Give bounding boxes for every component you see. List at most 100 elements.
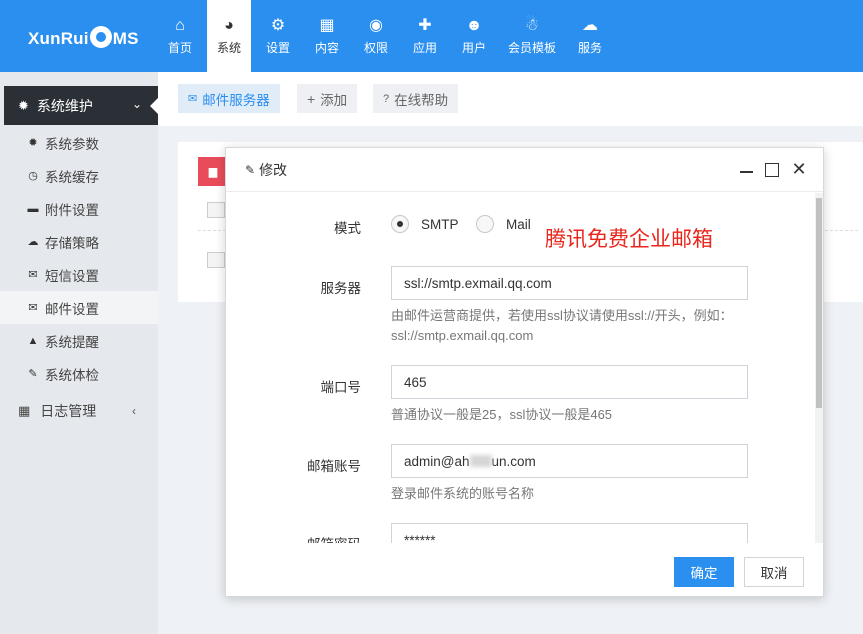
annotation-text: 腾讯免费企业邮箱 [545, 227, 713, 251]
grid-icon: ▦ [319, 17, 335, 34]
sidebar-group-system-maintenance[interactable]: ✹ 系统维护 ⌄ [4, 86, 159, 125]
envelope-icon: ✉ [188, 93, 198, 105]
toolbar: ✉ 邮件服务器 + 添加 ? 在线帮助 [158, 72, 863, 126]
logo-drop-icon [89, 26, 112, 48]
logo[interactable]: XunRui MS [28, 26, 139, 49]
server-input[interactable]: ssl://smtp.exmail.qq.com [391, 266, 748, 300]
scrollbar-thumb[interactable] [816, 198, 822, 408]
main-nav: ⌂ 首页 ◕ 系统 ⚙ 设置 ▦ 内容 ◉ 权限 ✚ 应用 ☻ 用户 ☃ 会员模板 ☁ 服务 [158, 0, 617, 72]
chevron-left-icon: ‹ [132, 403, 136, 418]
nav-item-label: 用户 [461, 41, 486, 55]
edit-modal: ✎ 修改 ✕ 模式 SMTP Mail 腾讯免费企业邮箱 服务器 ssl://s… [225, 147, 824, 597]
account-help: 登录邮件系统的账号名称 [391, 486, 535, 501]
sidebar-item-7[interactable]: ✎ 系统体检 [0, 357, 158, 390]
top-navbar: XunRui MS ⌂ 首页 ◕ 系统 ⚙ 设置 ▦ 内容 ◉ 权限 ✚ 应用 ☻ 用户 ☃ 会员模板 ☁ 服务 [0, 0, 863, 72]
gear-icon: ✹ [18, 97, 29, 113]
confirm-button[interactable]: 确定 [674, 557, 734, 587]
trash-icon: ▆ [208, 166, 218, 178]
sidebar-item-label: 存储策略 [45, 235, 99, 251]
nav-item-label: 应用 [412, 41, 437, 55]
account-label: 邮箱账号 [307, 459, 361, 474]
logo-text-suffix: MS [112, 29, 139, 48]
user-icon: ☻ [465, 17, 483, 34]
modal-body: 模式 SMTP Mail 腾讯免费企业邮箱 服务器 ssl://smtp.exm… [226, 193, 816, 543]
account-value-prefix: admin@ah [404, 453, 470, 469]
radio-mail[interactable] [476, 215, 494, 233]
sidebar-item-0[interactable]: ✹ 系统参数 [0, 126, 158, 159]
sidebar-item-5[interactable]: ✉ 邮件设置 [0, 291, 158, 324]
nav-item-0[interactable]: ⌂ 首页 [158, 0, 202, 72]
sidebar-item-6[interactable]: ▲ 系统提醒 [0, 324, 158, 357]
globe-icon: ◕ [224, 17, 234, 34]
gears-icon: ⚙ [270, 17, 286, 34]
envelope-icon: ✉ [28, 269, 38, 281]
server-help: 由邮件运营商提供，若使用ssl协议请使用ssl://开头，例如：ssl://sm… [391, 308, 733, 343]
modal-title: 修改 [259, 161, 288, 178]
close-icon[interactable]: ✕ [791, 160, 807, 178]
port-help: 普通协议一般是25，ssl协议一般是465 [391, 407, 613, 422]
nav-item-4[interactable]: ◉ 权限 [354, 0, 398, 72]
port-input[interactable]: 465 [391, 365, 748, 399]
plus-icon: + [307, 90, 316, 107]
sidebar-item-label: 附件设置 [45, 202, 99, 218]
android-icon: ☃ [524, 17, 540, 34]
port-value: 465 [404, 374, 427, 390]
help-label: 在线帮助 [394, 92, 449, 108]
mail-server-button[interactable]: ✉ 邮件服务器 [178, 84, 280, 113]
sidebar-group-label: 日志管理 [40, 402, 97, 419]
port-label: 端口号 [320, 380, 362, 395]
select-all-checkbox[interactable] [207, 202, 225, 218]
redacted-text [469, 455, 492, 467]
wrench-icon: ✎ [28, 368, 38, 380]
bell-icon: ▲ [27, 334, 39, 347]
password-value: ****** [404, 532, 436, 544]
sidebar-group-logs[interactable]: ▦ 日志管理 ‹ [0, 394, 158, 427]
home-icon: ⌂ [175, 17, 185, 34]
cloud-icon: ☁ [582, 17, 598, 34]
account-input[interactable]: admin@ah un.com [391, 444, 748, 478]
sidebar-item-3[interactable]: ☁ 存储策略 [0, 225, 158, 258]
modal-header: ✎ 修改 ✕ [226, 148, 823, 192]
cloud-icon: ☁ [27, 236, 39, 248]
mail-server-label: 邮件服务器 [202, 92, 270, 108]
nav-item-label: 服务 [577, 41, 602, 55]
sidebar-item-1[interactable]: ◷ 系统缓存 [0, 159, 158, 192]
sidebar-item-label: 邮件设置 [45, 301, 99, 317]
sidebar: ✹ 系统维护 ⌄ ✹ 系统参数 ◷ 系统缓存 ▬ 附件设置 ☁ 存储策略 ✉ 短信设置 ✉ 邮件设置 ▲… [0, 72, 159, 634]
nav-item-3[interactable]: ▦ 内容 [305, 0, 349, 72]
sidebar-item-label: 系统提醒 [45, 334, 99, 350]
server-label: 服务器 [320, 281, 362, 296]
sidebar-item-4[interactable]: ✉ 短信设置 [0, 258, 158, 291]
minimize-icon[interactable] [739, 161, 755, 177]
maximize-icon[interactable] [765, 163, 779, 177]
password-input[interactable]: ****** [391, 523, 748, 543]
radio-smtp[interactable] [391, 215, 409, 233]
nav-item-5[interactable]: ✚ 应用 [403, 0, 447, 72]
chevron-down-icon: ⌄ [131, 97, 142, 111]
nav-item-label: 系统 [216, 41, 241, 55]
sidebar-item-2[interactable]: ▬ 附件设置 [0, 192, 158, 225]
nav-item-1[interactable]: ◕ 系统 [207, 0, 251, 72]
sidebar-item-label: 系统缓存 [45, 169, 99, 185]
clock-icon: ◷ [28, 170, 38, 182]
row-checkbox[interactable] [207, 252, 225, 268]
sidebar-group-label: 系统维护 [36, 97, 93, 114]
server-value: ssl://smtp.exmail.qq.com [404, 275, 552, 291]
nav-item-label: 设置 [265, 41, 290, 55]
password-label: 邮箱密码 [271, 533, 361, 543]
add-button[interactable]: + 添加 [297, 84, 358, 113]
nav-item-label: 内容 [314, 41, 339, 55]
delete-button[interactable]: ▆ [198, 157, 228, 186]
edit-icon: ✎ [245, 162, 256, 177]
nav-item-label: 首页 [167, 41, 192, 55]
nav-item-8[interactable]: ☁ 服务 [568, 0, 612, 72]
nav-item-7[interactable]: ☃ 会员模板 [501, 0, 563, 72]
cancel-button[interactable]: 取消 [744, 557, 804, 587]
nav-item-2[interactable]: ⚙ 设置 [256, 0, 300, 72]
radio-smtp-label[interactable]: SMTP [421, 217, 459, 232]
logo-text-prefix: XunRui [28, 29, 89, 48]
radio-mail-label[interactable]: Mail [506, 217, 531, 232]
help-button[interactable]: ? 在线帮助 [373, 84, 459, 113]
nav-item-6[interactable]: ☻ 用户 [452, 0, 496, 72]
folder-icon: ▬ [27, 202, 39, 215]
